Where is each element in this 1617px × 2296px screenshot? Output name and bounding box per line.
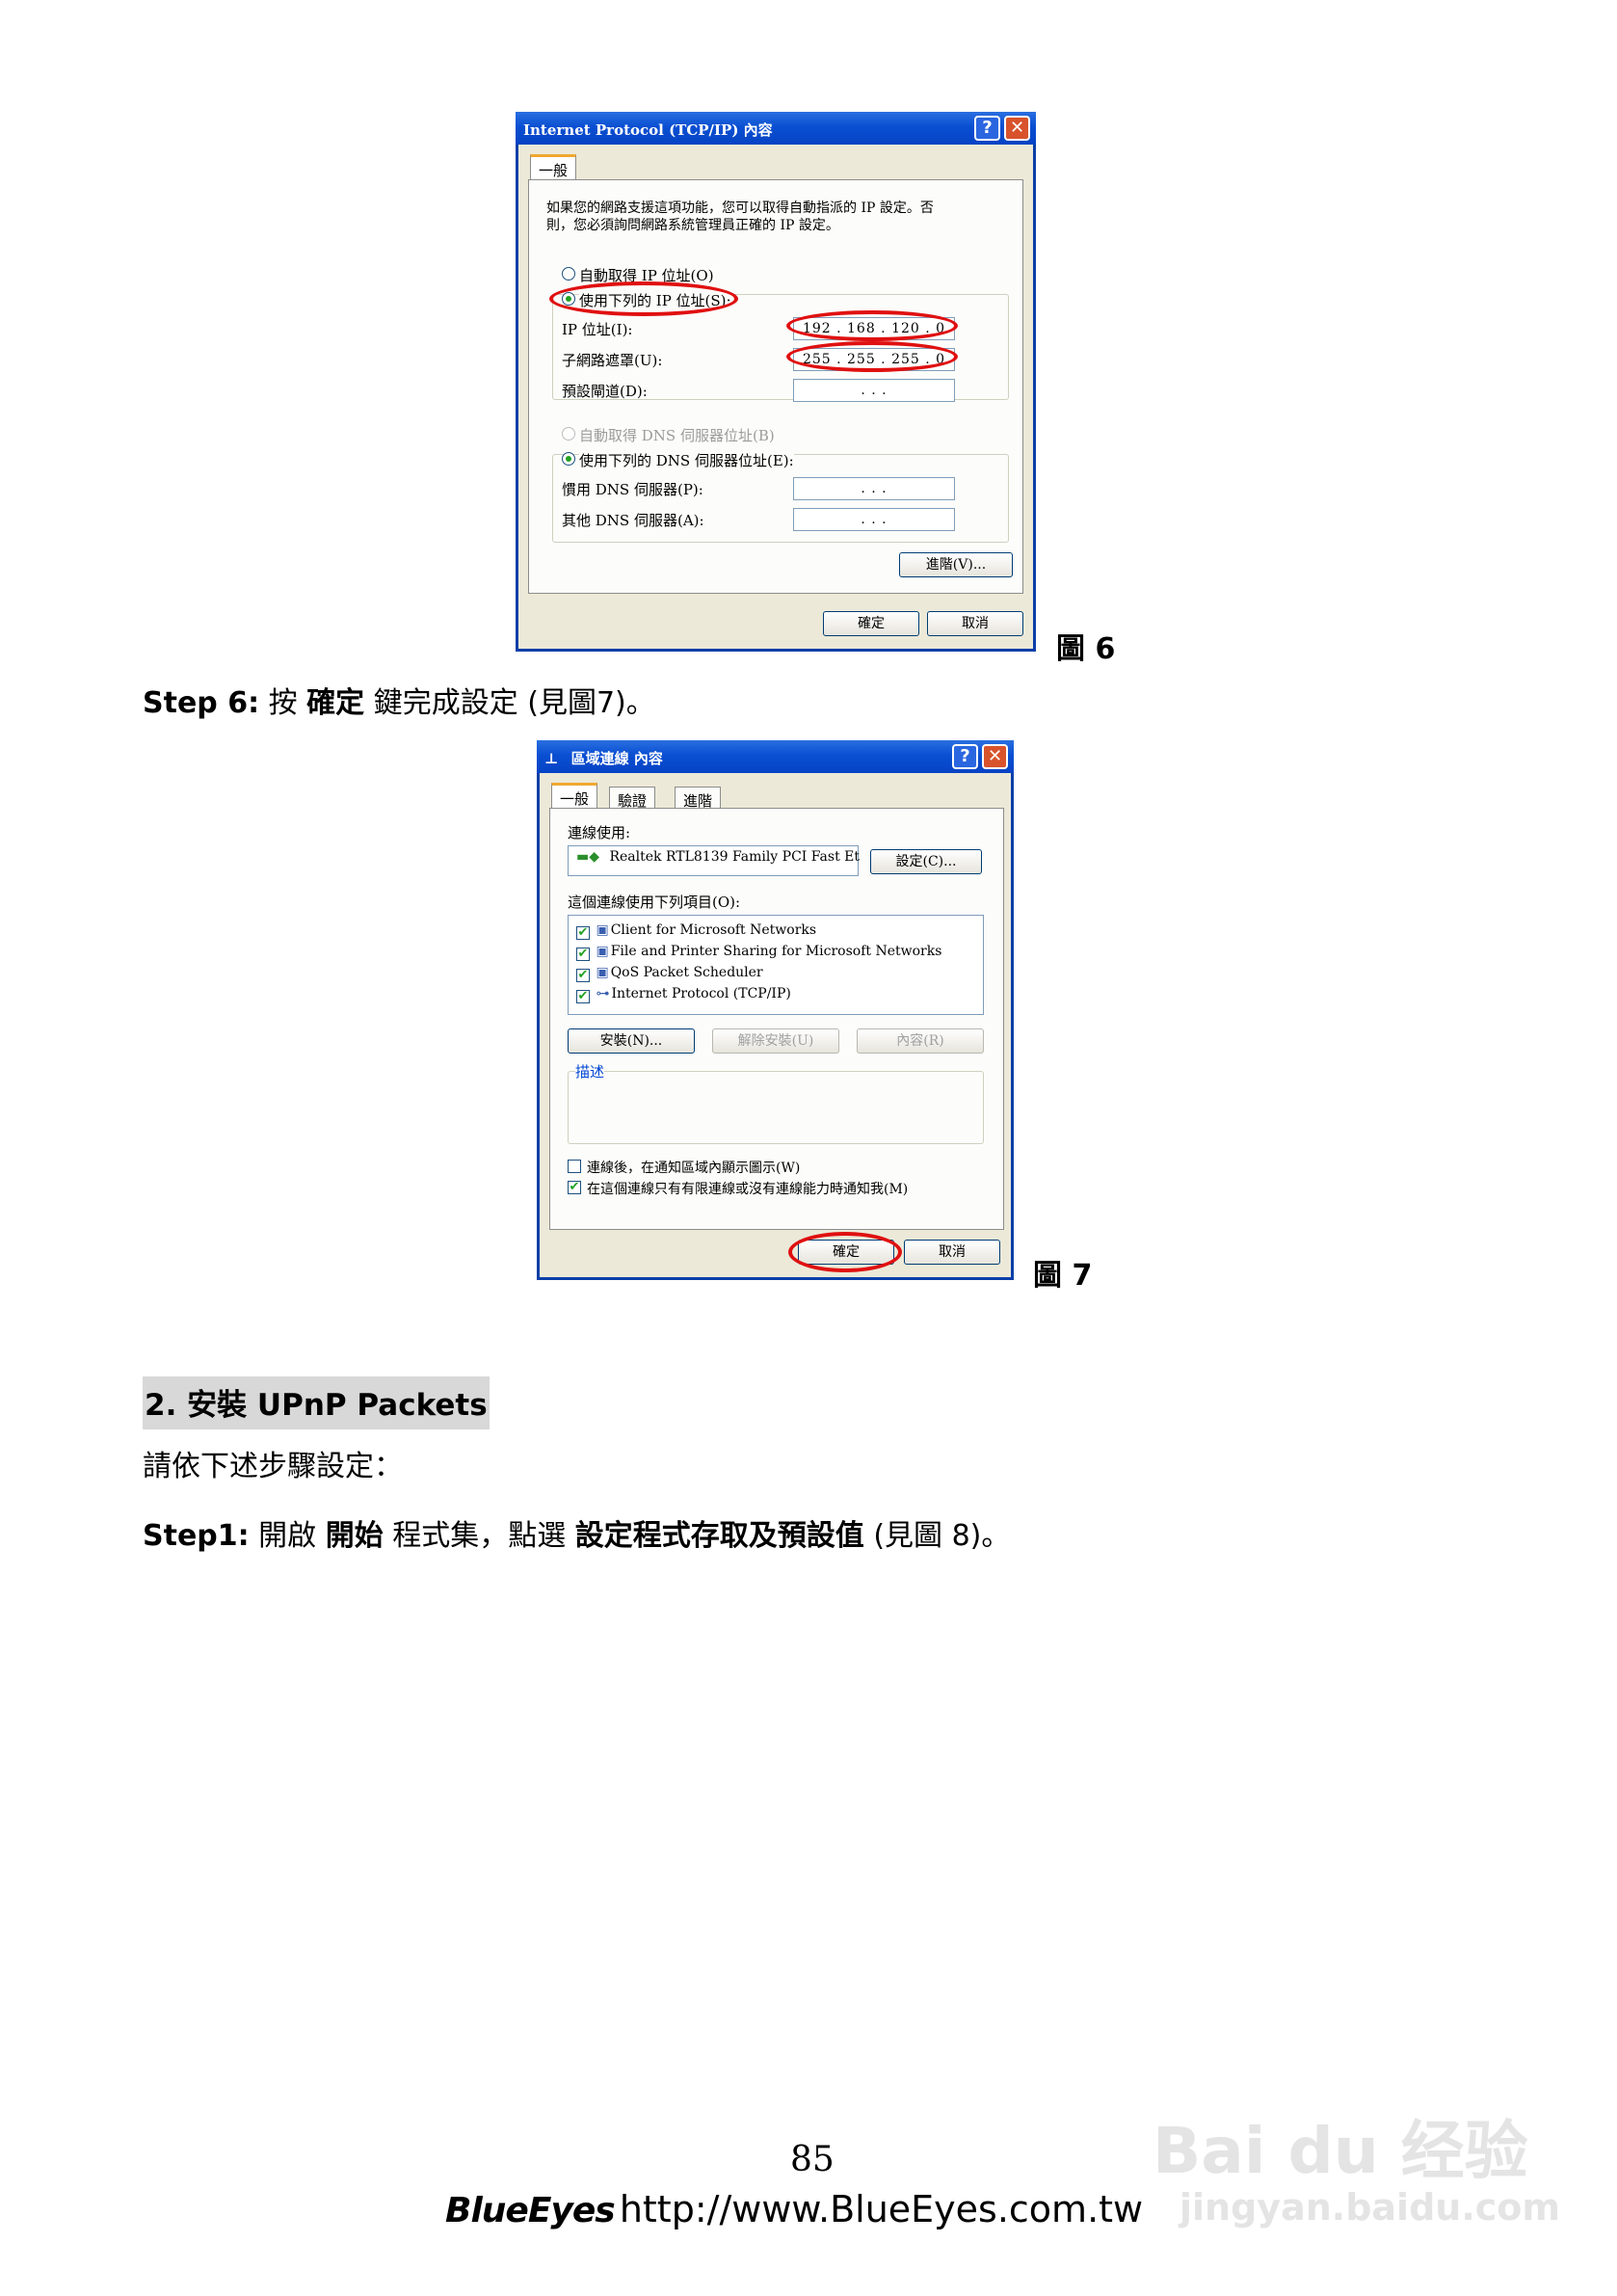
advanced-button[interactable]: 進階(V)...	[899, 552, 1013, 577]
item-checkbox[interactable]: ✔	[576, 948, 590, 961]
close-icon-2[interactable]: ✕	[982, 744, 1008, 769]
dialog-title-bar-2[interactable]: ⊥ 區域連線 內容 ? ✕	[537, 740, 1014, 773]
list-item[interactable]: ✔ ⊶ Internet Protocol (TCP/IP)	[576, 983, 791, 1004]
section-heading: 2. 安裝 UPnP Packets	[143, 1376, 490, 1429]
section-intro: 請依下述步驟設定：	[143, 1450, 403, 1483]
auto-dns-label: 自動取得 DNS 伺服器位址(B)	[579, 427, 775, 444]
item-checkbox[interactable]: ✔	[576, 926, 590, 940]
tcpip-properties-dialog: Internet Protocol (TCP/IP) 內容 ? ✕ 一般 如果您…	[516, 112, 1036, 652]
alternate-dns-label: 其他 DNS 伺服器(A):	[562, 512, 704, 529]
list-item[interactable]: ✔ ▣ QoS Packet Scheduler	[576, 962, 763, 983]
description-label: 描述	[575, 1061, 605, 1081]
figure-6-caption: 圖 6	[1056, 632, 1116, 666]
notify-checkbox[interactable]: ✔	[568, 1181, 581, 1194]
description-group	[568, 1071, 984, 1144]
tab-general-2[interactable]: 一般	[551, 783, 598, 810]
install-button[interactable]: 安裝(N)...	[568, 1028, 695, 1054]
step6-text1: 按	[259, 686, 307, 720]
sharing-icon: ▣	[596, 944, 609, 959]
figure-7-caption: 圖 7	[1033, 1259, 1093, 1293]
protocol-icon: ⊶	[596, 986, 610, 1001]
gateway-label: 預設閘道(D):	[562, 383, 648, 400]
preferred-dns-label: 慣用 DNS 伺服器(P):	[562, 481, 703, 498]
step1-text3: (見圖 8)。	[863, 1519, 1011, 1553]
notify-label: 在這個連線只有有限連線或沒有連線能力時通知我(M)	[587, 1182, 909, 1197]
list-item[interactable]: ✔ ▣ Client for Microsoft Networks	[576, 920, 816, 941]
auto-dns-radio[interactable]	[562, 427, 575, 441]
configure-button[interactable]: 設定(C)...	[870, 849, 982, 874]
gateway-field[interactable]: . . .	[793, 379, 955, 402]
adapter-name: Realtek RTL8139 Family PCI Fast Et	[609, 849, 860, 865]
cancel-button-2[interactable]: 取消	[904, 1240, 1000, 1265]
highlight-ok-button	[788, 1232, 902, 1272]
step6-text2: 鍵完成設定 (見圖7)。	[364, 686, 655, 720]
alternate-dns-field[interactable]: . . .	[793, 508, 955, 531]
dialog-title-bar[interactable]: Internet Protocol (TCP/IP) 內容 ? ✕	[516, 112, 1036, 145]
step6-text: Step 6: 按 確定 鍵完成設定 (見圖7)。	[143, 686, 655, 721]
step6-prefix: Step 6:	[143, 686, 260, 720]
item-label: File and Printer Sharing for Microsoft N…	[610, 944, 942, 959]
manual-dns-radio[interactable]	[562, 452, 575, 466]
general-tab-panel-2: 連線使用: ▬◆ Realtek RTL8139 Family PCI Fast…	[549, 808, 1004, 1230]
step1-bold2: 設定程式存取及預設值	[574, 1519, 864, 1553]
item-label: QoS Packet Scheduler	[610, 965, 763, 980]
step1-prefix: Step1:	[143, 1519, 250, 1553]
description-text: 如果您的網路支援這項功能，您可以取得自動指派的 IP 設定。否	[546, 200, 934, 216]
connect-using-label: 連線使用:	[568, 824, 631, 841]
highlight-manual-ip	[549, 281, 738, 316]
footer-url[interactable]: http://www.BlueEyes.com.tw	[620, 2188, 1143, 2230]
adapter-icon: ▬◆	[576, 849, 599, 865]
footer-brand: BlueEyes	[445, 2191, 616, 2230]
cancel-button[interactable]: 取消	[927, 611, 1023, 636]
network-icon: ⊥	[544, 750, 559, 767]
item-checkbox[interactable]: ✔	[576, 990, 590, 1003]
step1-text: Step1: 開啟 開始 程式集，點選 設定程式存取及預設值 (見圖 8)。	[143, 1519, 1010, 1554]
uninstall-button[interactable]: 解除安裝(U)	[712, 1028, 839, 1054]
items-list: ✔ ▣ Client for Microsoft Networks ✔ ▣ File…	[568, 915, 984, 1015]
item-checkbox[interactable]: ✔	[576, 969, 590, 982]
auto-ip-radio[interactable]	[562, 267, 575, 280]
preferred-dns-field[interactable]: . . .	[793, 477, 955, 500]
lan-properties-dialog: ⊥ 區域連線 內容 ? ✕ 一般 驗證 進階 連線使用: ▬◆ Realtek …	[537, 740, 1014, 1280]
qos-icon: ▣	[596, 965, 609, 980]
step1-text2: 程式集，點選	[383, 1519, 575, 1553]
list-item[interactable]: ✔ ▣ File and Printer Sharing for Microsof…	[576, 941, 941, 962]
highlight-subnet-mask	[786, 341, 958, 372]
step1-bold1: 開始	[325, 1519, 384, 1553]
step1-text1: 開啟	[249, 1519, 326, 1553]
close-icon[interactable]: ✕	[1004, 116, 1030, 141]
help-icon-2[interactable]: ?	[952, 744, 978, 769]
ip-address-label: IP 位址(I):	[562, 321, 633, 338]
general-tab-panel: 如果您的網路支援這項功能，您可以取得自動指派的 IP 設定。否 則，您必須詢問網…	[528, 179, 1023, 594]
item-label: Internet Protocol (TCP/IP)	[611, 986, 791, 1001]
help-icon[interactable]: ?	[974, 116, 1000, 141]
client-icon: ▣	[596, 922, 609, 938]
dialog-title: Internet Protocol (TCP/IP) 內容	[523, 121, 773, 139]
item-label: Client for Microsoft Networks	[610, 922, 817, 938]
tab-general[interactable]: 一般	[530, 154, 577, 181]
subnet-mask-label: 子網路遮罩(U):	[562, 352, 663, 369]
items-label: 這個連線使用下列項目(O):	[568, 894, 741, 911]
baidu-watermark-url: jingyan.baidu.com	[1180, 2186, 1560, 2229]
page-number: 85	[790, 2140, 835, 2179]
properties-button[interactable]: 內容(R)	[857, 1028, 984, 1054]
show-icon-checkbox[interactable]	[568, 1160, 581, 1173]
baidu-watermark-logo: Bai du 经验	[1153, 2114, 1528, 2188]
description-text-2: 則，您必須詢問網路系統管理員正確的 IP 設定。	[546, 218, 839, 233]
tab-advanced[interactable]: 進階	[675, 787, 722, 810]
show-icon-label: 連線後，在通知區域內顯示圖示(W)	[587, 1161, 801, 1176]
ok-button[interactable]: 確定	[823, 611, 919, 636]
footer: BlueEyes http://www.BlueEyes.com.tw	[445, 2188, 1143, 2230]
highlight-ip-address	[786, 310, 958, 341]
step6-bold: 確定	[306, 686, 365, 720]
tab-authentication[interactable]: 驗證	[609, 787, 656, 810]
dialog-title-2: 區域連線 內容	[570, 750, 663, 767]
manual-dns-label: 使用下列的 DNS 伺服器位址(E):	[579, 450, 794, 470]
adapter-field: ▬◆ Realtek RTL8139 Family PCI Fast Et	[568, 845, 860, 876]
